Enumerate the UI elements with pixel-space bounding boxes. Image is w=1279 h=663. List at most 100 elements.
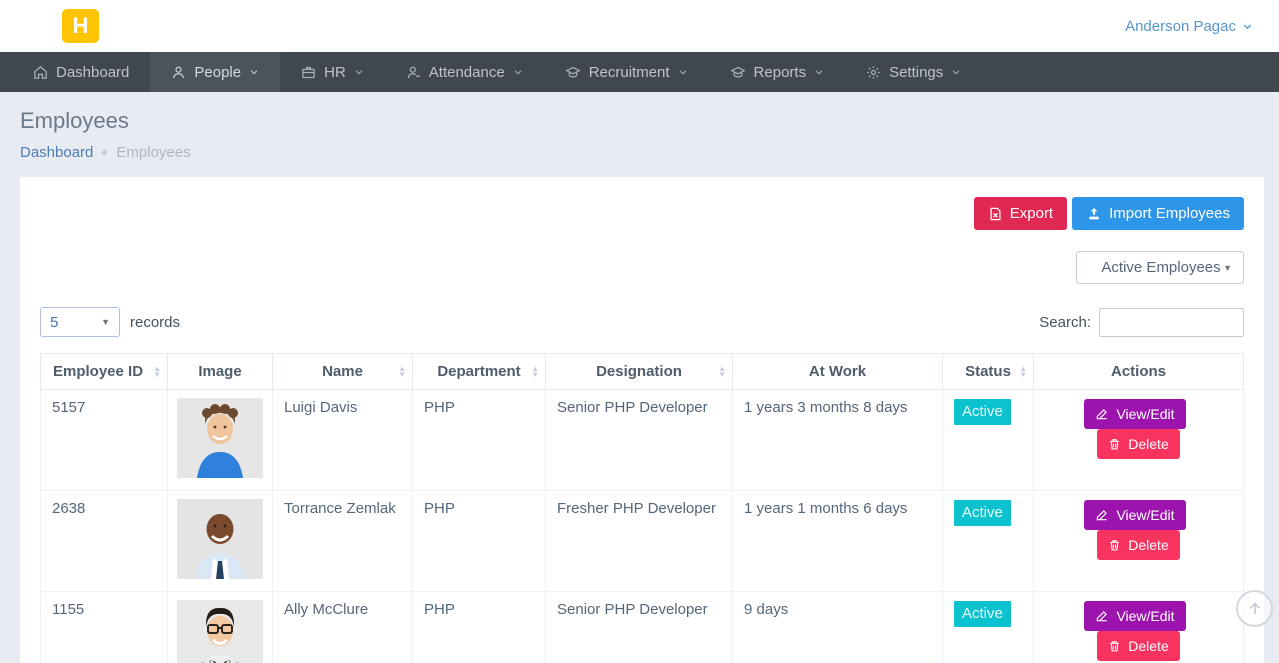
employee-id-cell: 1155 (41, 592, 168, 663)
edit-icon (1095, 609, 1109, 623)
employees-table: Employee ID▲▼ Image Name▲▼ Department▲▼ … (40, 353, 1244, 663)
sort-icon: ▲▼ (153, 366, 161, 378)
employee-photo (177, 398, 263, 478)
search-input[interactable] (1099, 308, 1244, 337)
table-row: 5157 Luigi Davis PHP Senior PHP Develope… (41, 390, 1244, 491)
column-header-at-work: At Work (733, 354, 943, 390)
employee-atwork-cell: 1 years 1 months 6 days (733, 491, 943, 592)
view-edit-button[interactable]: View/Edit (1084, 601, 1185, 631)
employee-image-cell (168, 491, 273, 592)
chevron-down-icon (678, 67, 688, 77)
employee-status-cell: Active (943, 592, 1034, 663)
nav-item-reports[interactable]: Reports (709, 52, 846, 92)
top-header: H Anderson Pagac (0, 0, 1279, 52)
chevron-down-icon (513, 67, 523, 77)
table-header-row: Employee ID▲▼ Image Name▲▼ Department▲▼ … (41, 354, 1244, 390)
people-icon (171, 65, 186, 80)
employee-image-cell (168, 592, 273, 663)
arrow-up-icon (1246, 600, 1264, 618)
edit-icon (1095, 508, 1109, 522)
employee-status-cell: Active (943, 390, 1034, 491)
delete-button[interactable]: Delete (1097, 429, 1179, 459)
employee-name-cell: Luigi Davis (273, 390, 413, 491)
dropdown-arrow-icon: ▼ (101, 317, 110, 327)
delete-button[interactable]: Delete (1097, 530, 1179, 560)
nav-item-hr[interactable]: HR (280, 52, 385, 92)
records-per-page-select[interactable]: 5 ▼ (40, 307, 120, 337)
filter-row: Active Employees ▼ (40, 251, 1244, 284)
nav-item-recruitment[interactable]: Recruitment (544, 52, 709, 92)
user-name: Anderson Pagac (1125, 18, 1236, 35)
list-controls: 5 ▼ records Search: (40, 307, 1244, 337)
column-header-department[interactable]: Department▲▼ (413, 354, 546, 390)
nav-item-settings[interactable]: Settings (845, 52, 982, 92)
table-row: 1155 Ally (41, 592, 1244, 663)
employee-status-filter[interactable]: Active Employees ▼ (1076, 251, 1244, 284)
chevron-down-icon (951, 67, 961, 77)
view-edit-button[interactable]: View/Edit (1084, 500, 1185, 530)
delete-button[interactable]: Delete (1097, 631, 1179, 661)
employee-image-cell (168, 390, 273, 491)
sort-icon: ▲▼ (531, 366, 539, 378)
toolbar: Export Import Employees (40, 197, 1244, 230)
graduation-cap-icon (565, 65, 581, 80)
column-header-employee-id[interactable]: Employee ID▲▼ (41, 354, 168, 390)
status-badge: Active (954, 601, 1011, 627)
sort-icon: ▲▼ (398, 366, 406, 378)
nav-item-dashboard[interactable]: Dashboard (12, 52, 150, 92)
export-button[interactable]: Export (974, 197, 1067, 230)
scroll-to-top-button[interactable] (1236, 590, 1273, 627)
employee-photo (177, 499, 263, 579)
breadcrumb-dashboard-link[interactable]: Dashboard (20, 144, 93, 161)
employee-designation-cell: Senior PHP Developer (546, 390, 733, 491)
table-row: 2638 Torrance Zemlak PHP Fresher PHP Dev… (41, 491, 1244, 592)
app-logo[interactable]: H (62, 9, 99, 43)
employee-id-cell: 2638 (41, 491, 168, 592)
nav-item-people[interactable]: People (150, 52, 280, 92)
chevron-down-icon (249, 67, 259, 77)
employee-photo (177, 600, 263, 663)
trash-icon (1108, 437, 1121, 451)
chevron-down-icon (814, 67, 824, 77)
employee-actions-cell: View/Edit Delete (1034, 390, 1244, 491)
excel-file-icon (988, 206, 1003, 222)
status-badge: Active (954, 399, 1011, 425)
column-header-actions: Actions (1034, 354, 1244, 390)
briefcase-icon (301, 65, 316, 80)
attendance-icon (406, 65, 421, 80)
upload-icon (1086, 206, 1102, 222)
column-header-image: Image (168, 354, 273, 390)
search-label: Search: (1039, 314, 1091, 331)
records-label: records (130, 314, 180, 331)
column-header-status[interactable]: Status▲▼ (943, 354, 1034, 390)
employees-panel: Export Import Employees Active Employees… (20, 177, 1264, 663)
employee-department-cell: PHP (413, 390, 546, 491)
status-badge: Active (954, 500, 1011, 526)
import-employees-button[interactable]: Import Employees (1072, 197, 1244, 230)
employee-name-cell: Ally McClure (273, 592, 413, 663)
employee-atwork-cell: 9 days (733, 592, 943, 663)
chevron-down-icon (354, 67, 364, 77)
view-edit-button[interactable]: View/Edit (1084, 399, 1185, 429)
employee-id-cell: 5157 (41, 390, 168, 491)
user-menu[interactable]: Anderson Pagac (1125, 18, 1253, 35)
employee-department-cell: PHP (413, 491, 546, 592)
search-control: Search: (1039, 308, 1244, 337)
employee-atwork-cell: 1 years 3 months 8 days (733, 390, 943, 491)
edit-icon (1095, 407, 1109, 421)
page-title: Employees (20, 108, 1279, 134)
employee-designation-cell: Senior PHP Developer (546, 592, 733, 663)
employee-department-cell: PHP (413, 592, 546, 663)
dropdown-arrow-icon: ▼ (1223, 263, 1232, 273)
employee-actions-cell: View/Edit Delete (1034, 491, 1244, 592)
employee-designation-cell: Fresher PHP Developer (546, 491, 733, 592)
employee-status-cell: Active (943, 491, 1034, 592)
column-header-designation[interactable]: Designation▲▼ (546, 354, 733, 390)
column-header-name[interactable]: Name▲▼ (273, 354, 413, 390)
employee-actions-cell: View/Edit Delete (1034, 592, 1244, 663)
sort-icon: ▲▼ (1019, 366, 1027, 378)
employee-name-cell: Torrance Zemlak (273, 491, 413, 592)
trash-icon (1108, 639, 1121, 653)
breadcrumb-current: Employees (116, 144, 190, 161)
nav-item-attendance[interactable]: Attendance (385, 52, 544, 92)
